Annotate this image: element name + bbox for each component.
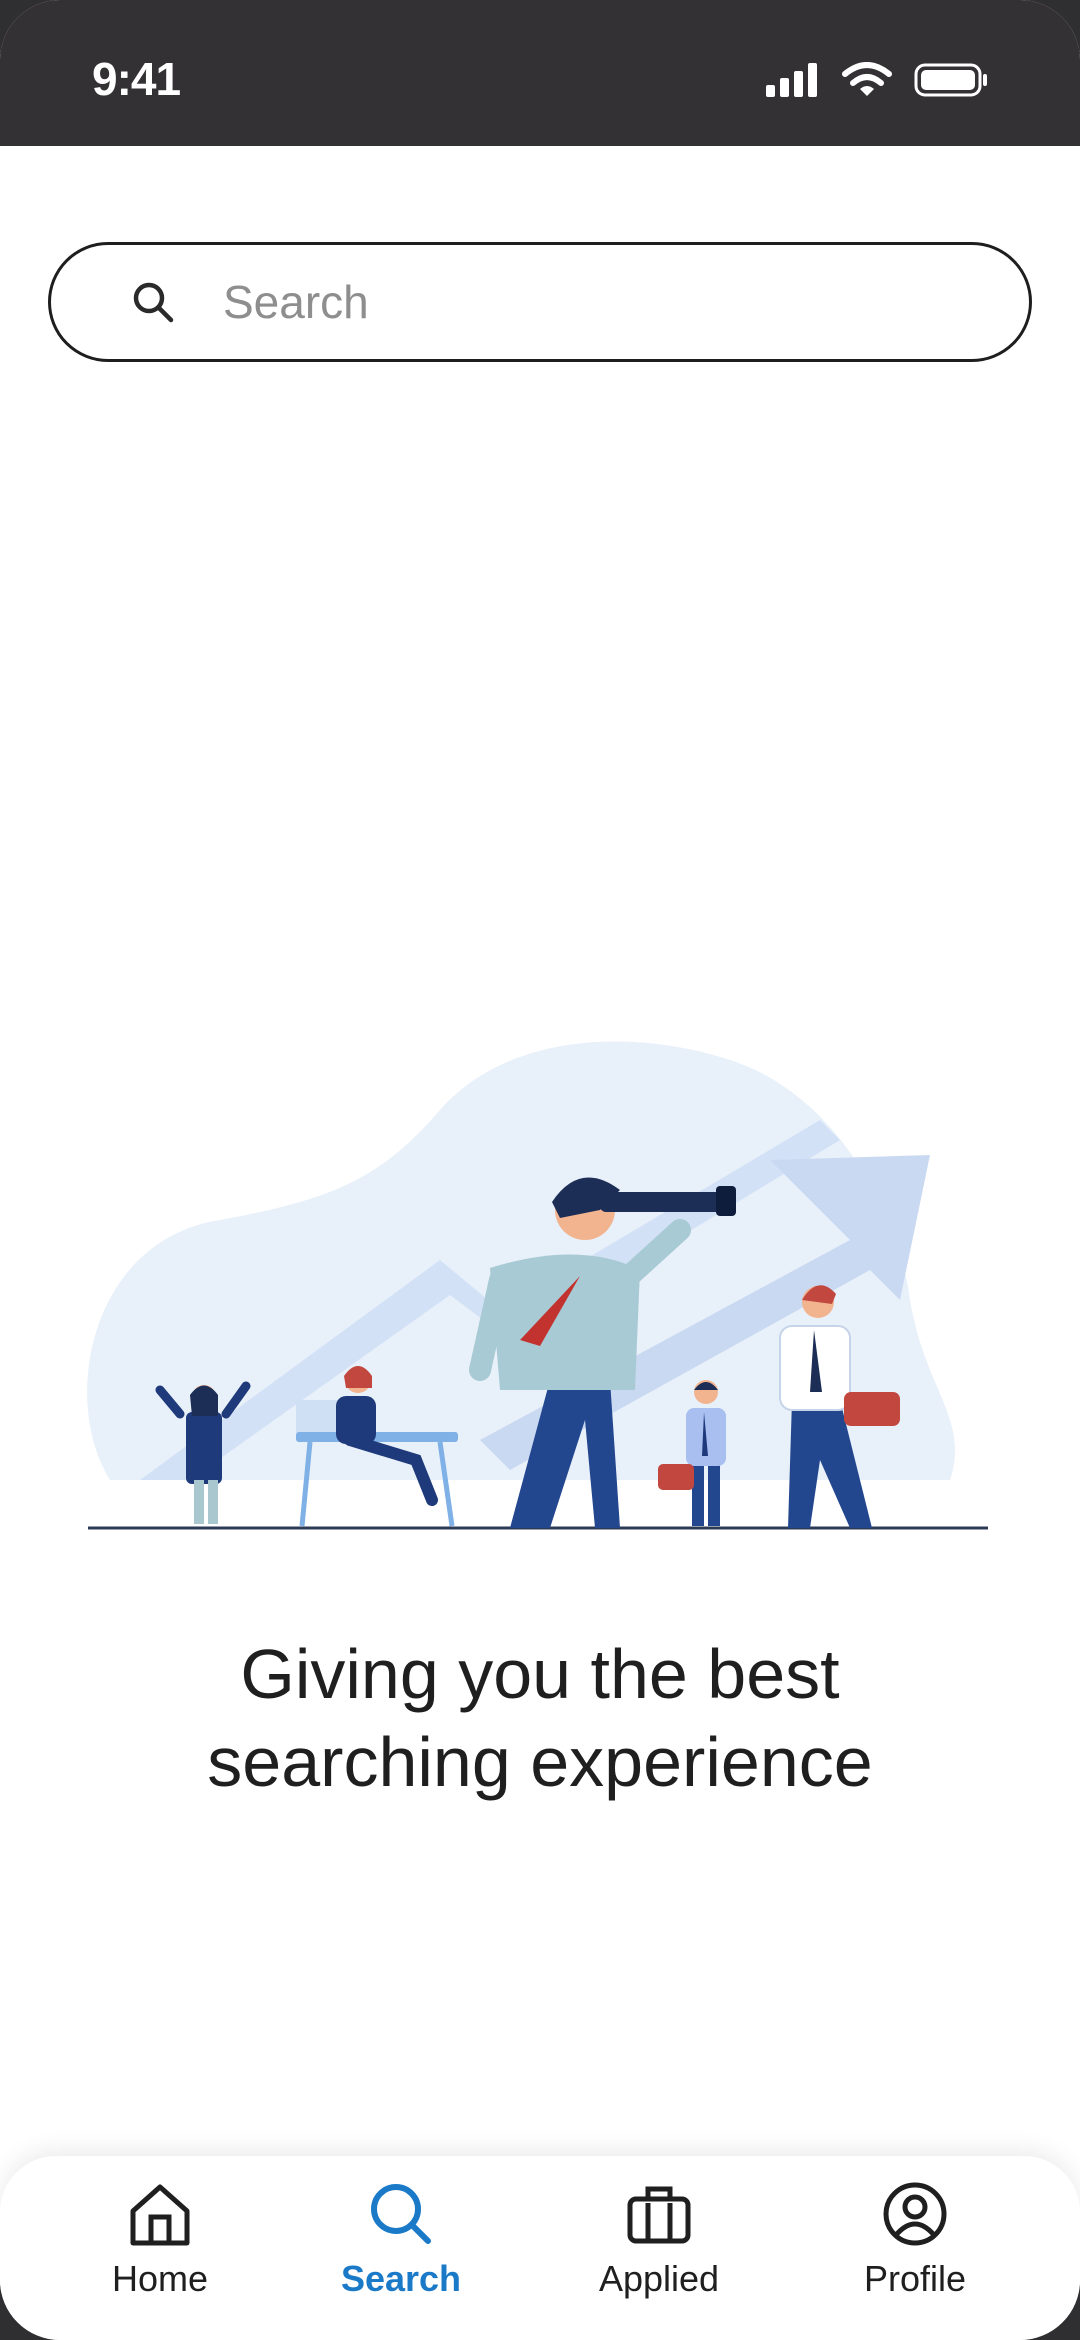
- nav-applied[interactable]: Applied: [549, 2178, 769, 2300]
- battery-icon: [914, 63, 987, 97]
- phone-screen: 9:41 Search Giving you the best searchin…: [0, 0, 1080, 2340]
- status-time: 9:41: [92, 53, 181, 105]
- nav-home[interactable]: Home: [50, 2178, 270, 2300]
- search-icon: [131, 280, 175, 324]
- home-icon: [124, 2178, 196, 2250]
- search-bar[interactable]: [48, 242, 1032, 362]
- wifi-icon: [842, 62, 892, 96]
- status-bar: 9:41: [0, 0, 1080, 146]
- tagline-line-1: Giving you the best: [240, 1635, 840, 1713]
- nav-search[interactable]: Search: [291, 2178, 511, 2300]
- nav-search-label: Search: [340, 2258, 462, 2299]
- nav-profile-label: Profile: [863, 2258, 967, 2299]
- tagline-line-2: searching experience: [207, 1723, 873, 1801]
- bottom-nav: Home Search Applied Profile: [0, 2156, 1080, 2340]
- user-circle-icon: [879, 2178, 951, 2250]
- nav-home-label: Home: [111, 2258, 209, 2299]
- search-input[interactable]: [221, 274, 925, 330]
- search-icon: [365, 2178, 437, 2250]
- cellular-signal-icon: [766, 63, 817, 97]
- tagline: Giving you the best searching experience: [0, 1630, 1080, 1806]
- nav-applied-label: Applied: [598, 2258, 720, 2299]
- status-icons: [766, 62, 988, 98]
- job-search-illustration: [87, 1041, 988, 1530]
- nav-profile[interactable]: Profile: [805, 2178, 1025, 2300]
- briefcase-icon: [623, 2178, 695, 2250]
